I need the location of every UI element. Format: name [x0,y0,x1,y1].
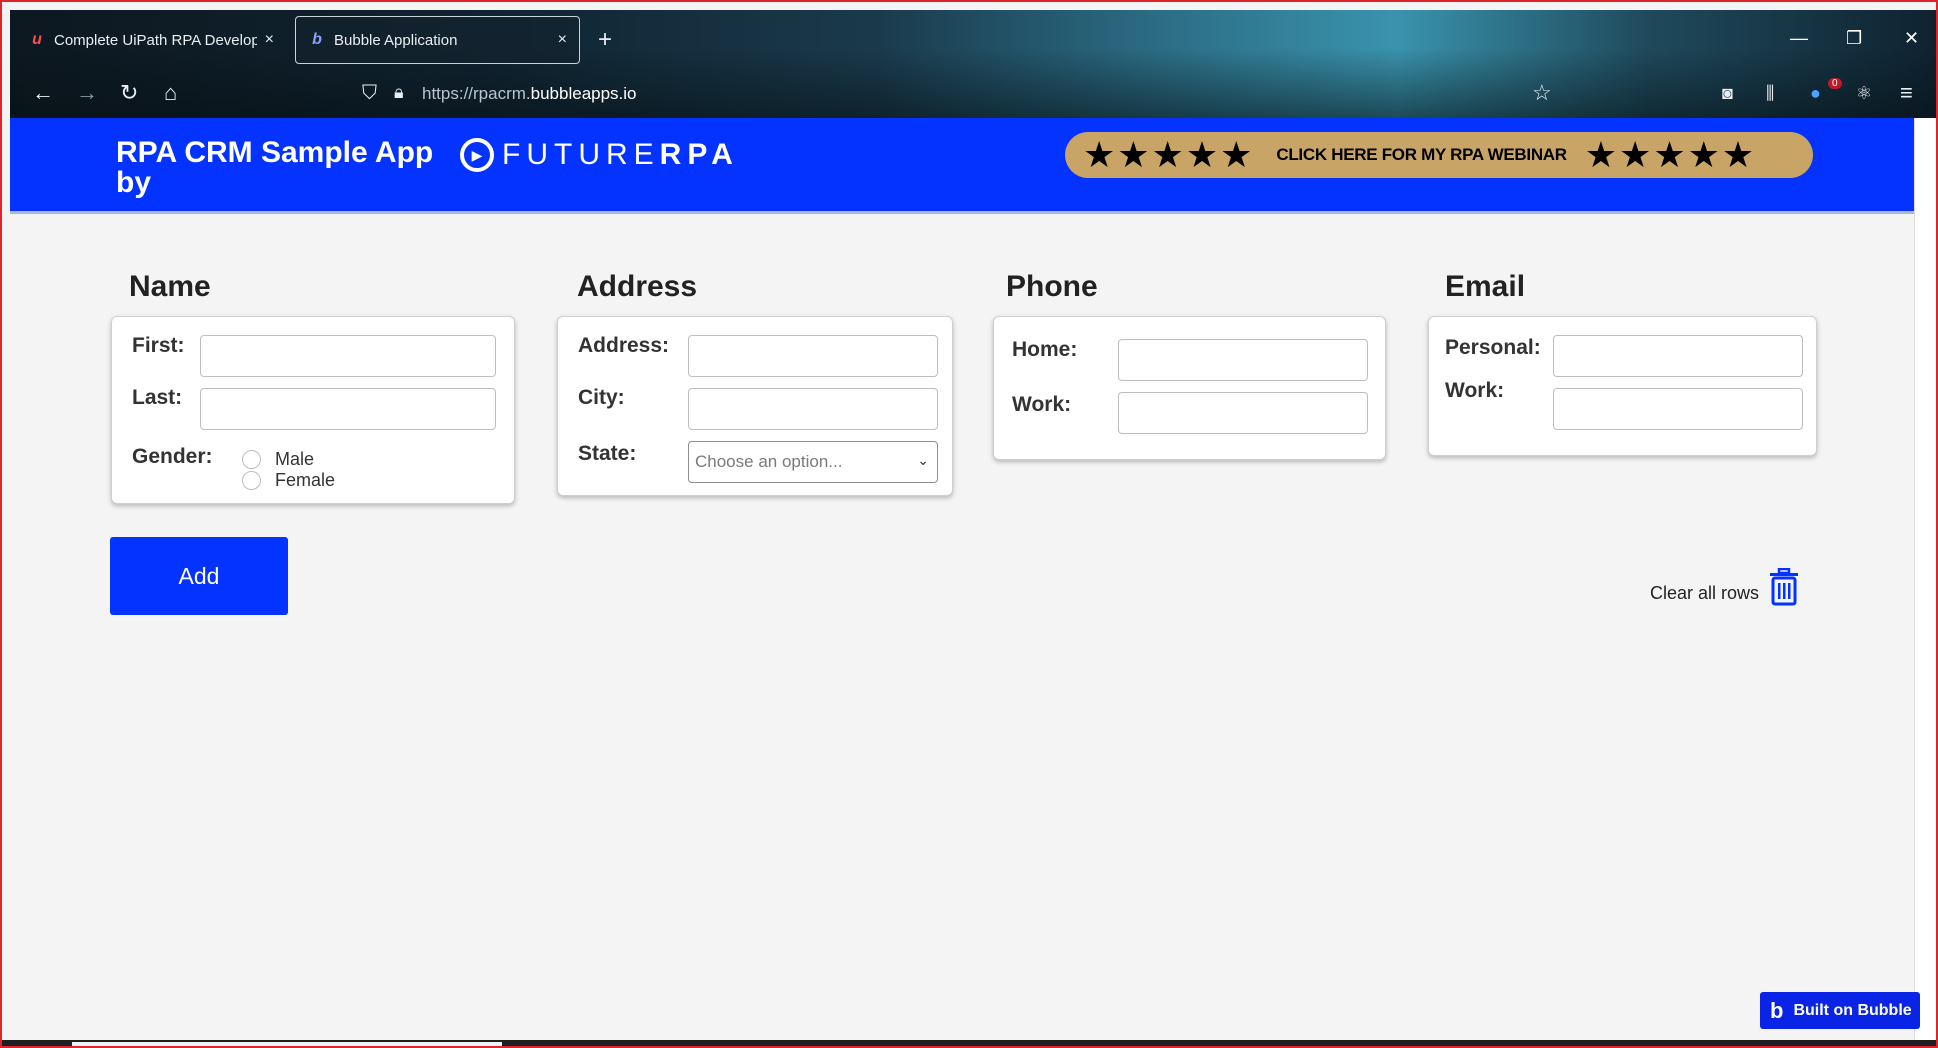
last-name-input[interactable] [200,388,496,430]
forward-icon[interactable]: → [76,82,98,104]
webinar-text: CLICK HERE FOR MY RPA WEBINAR [1276,145,1567,164]
female-label: Female [275,470,336,490]
personal-email-input[interactable] [1553,335,1803,377]
state-placeholder: Choose an option... [695,452,843,471]
state-label: State: [578,442,637,465]
last-name-label: Last: [132,386,183,409]
work-phone-label: Work: [1012,393,1072,416]
reload-icon[interactable]: ↻ [120,82,138,104]
clear-all-rows-label[interactable]: Clear all rows [1650,583,1759,604]
menu-icon[interactable]: ≡ [1900,82,1913,104]
tab-title: Bubble Application [334,31,458,49]
gender-male-radio[interactable]: Male [242,449,314,470]
home-icon[interactable]: ⌂ [164,82,177,104]
pocket-icon[interactable]: ◙ [1722,82,1733,104]
phone-section-title: Phone [1006,270,1098,303]
radio-circle-icon [242,450,261,469]
name-card: First: Last: Gender: Male Female [111,316,515,504]
app-title: RPA CRM Sample App by [116,138,433,198]
work-email-label: Work: [1445,379,1505,402]
work-email-input[interactable] [1553,388,1803,430]
stars-right-icon: ★★★★★ [1584,134,1757,175]
webinar-banner-button[interactable]: ★★★★★ CLICK HERE FOR MY RPA WEBINAR ★★★★… [1065,132,1813,178]
bubble-favicon-icon: b [312,31,322,48]
close-tab-icon[interactable]: × [558,31,567,49]
taskbar-window[interactable] [72,1042,502,1046]
logo-future: FUTURE [502,138,660,171]
navigation-bar: ← → ↻ ⌂ ⛉ 🔒︎ https://rpacrm.bubbleapps.i… [10,72,1936,118]
extension-badge: 0 [1828,78,1842,89]
tab-title: Complete UiPath RPA Develope [54,31,257,49]
new-tab-button[interactable]: + [598,28,612,52]
first-name-input[interactable] [200,335,496,377]
chevron-down-icon: ⌄ [917,452,929,468]
bookmark-star-icon[interactable]: ☆ [1532,82,1552,104]
address-label: Address: [578,334,670,357]
url-domain: bubbleapps.io [530,84,637,103]
address-input[interactable] [688,335,938,377]
personal-email-label: Personal: [1445,336,1541,359]
tracking-shield-icon[interactable]: ⛉ [362,82,377,105]
minimize-icon[interactable]: — [1790,28,1808,49]
close-window-icon[interactable]: ✕ [1904,28,1919,49]
tab-bubble-application[interactable]: b Bubble Application × [295,16,580,64]
address-card: Address: City: State: Choose an option..… [557,316,953,496]
radio-circle-icon [242,471,261,490]
first-name-label: First: [132,334,185,357]
page-scrollbar[interactable] [1914,118,1936,1046]
address-section-title: Address [577,270,698,303]
trash-icon[interactable] [1768,568,1800,606]
male-label: Male [275,449,315,469]
browser-chrome: u Complete UiPath RPA Develope × b Bubbl… [10,10,1936,118]
phone-card: Home: Work: [993,316,1386,460]
app-title-line2: by [116,166,152,199]
email-card: Personal: Work: [1428,316,1817,456]
built-on-bubble-button[interactable]: b Built on Bubble [1760,992,1920,1029]
udemy-favicon-icon: u [32,31,42,48]
url-bar[interactable]: https://rpacrm.bubbleapps.io [422,84,637,104]
screen: u Complete UiPath RPA Develope × b Bubbl… [0,0,1938,1048]
state-dropdown[interactable]: Choose an option... ⌄ [688,441,938,483]
futurerpa-logo[interactable]: ▶ FUTURE RPA [460,138,739,172]
name-section-title: Name [129,270,211,303]
tab-uipath-course[interactable]: u Complete UiPath RPA Develope × [16,16,286,64]
home-phone-label: Home: [1012,338,1078,361]
restore-icon[interactable]: ❐ [1846,28,1862,49]
home-phone-input[interactable] [1118,339,1368,381]
city-input[interactable] [688,388,938,430]
city-label: City: [578,386,625,409]
close-tab-icon[interactable]: × [265,31,274,49]
library-icon[interactable]: ⫼ [1766,82,1774,104]
react-devtools-icon[interactable]: ⚛ [1856,82,1872,104]
email-section-title: Email [1445,270,1526,303]
url-prefix: https://rpacrm. [422,84,531,103]
play-icon: ▶ [460,138,494,172]
add-button[interactable]: Add [110,537,288,615]
stars-left-icon: ★★★★★ [1083,134,1255,175]
logo-rpa: RPA [659,138,739,171]
bubble-logo-icon: b [1770,997,1784,1023]
extension-icon[interactable]: ● [1810,82,1821,104]
work-phone-input[interactable] [1118,392,1368,434]
built-on-bubble-label: Built on Bubble [1793,1001,1912,1019]
gender-label: Gender: [132,445,213,468]
gender-female-radio[interactable]: Female [242,470,335,491]
app-title-line1: RPA CRM Sample App [116,136,434,169]
app-header: RPA CRM Sample App by ▶ FUTURE RPA ★★★★★ … [10,118,1914,214]
back-icon[interactable]: ← [32,82,54,104]
taskbar [2,1040,1936,1046]
lock-icon[interactable]: 🔒︎ [394,82,404,103]
